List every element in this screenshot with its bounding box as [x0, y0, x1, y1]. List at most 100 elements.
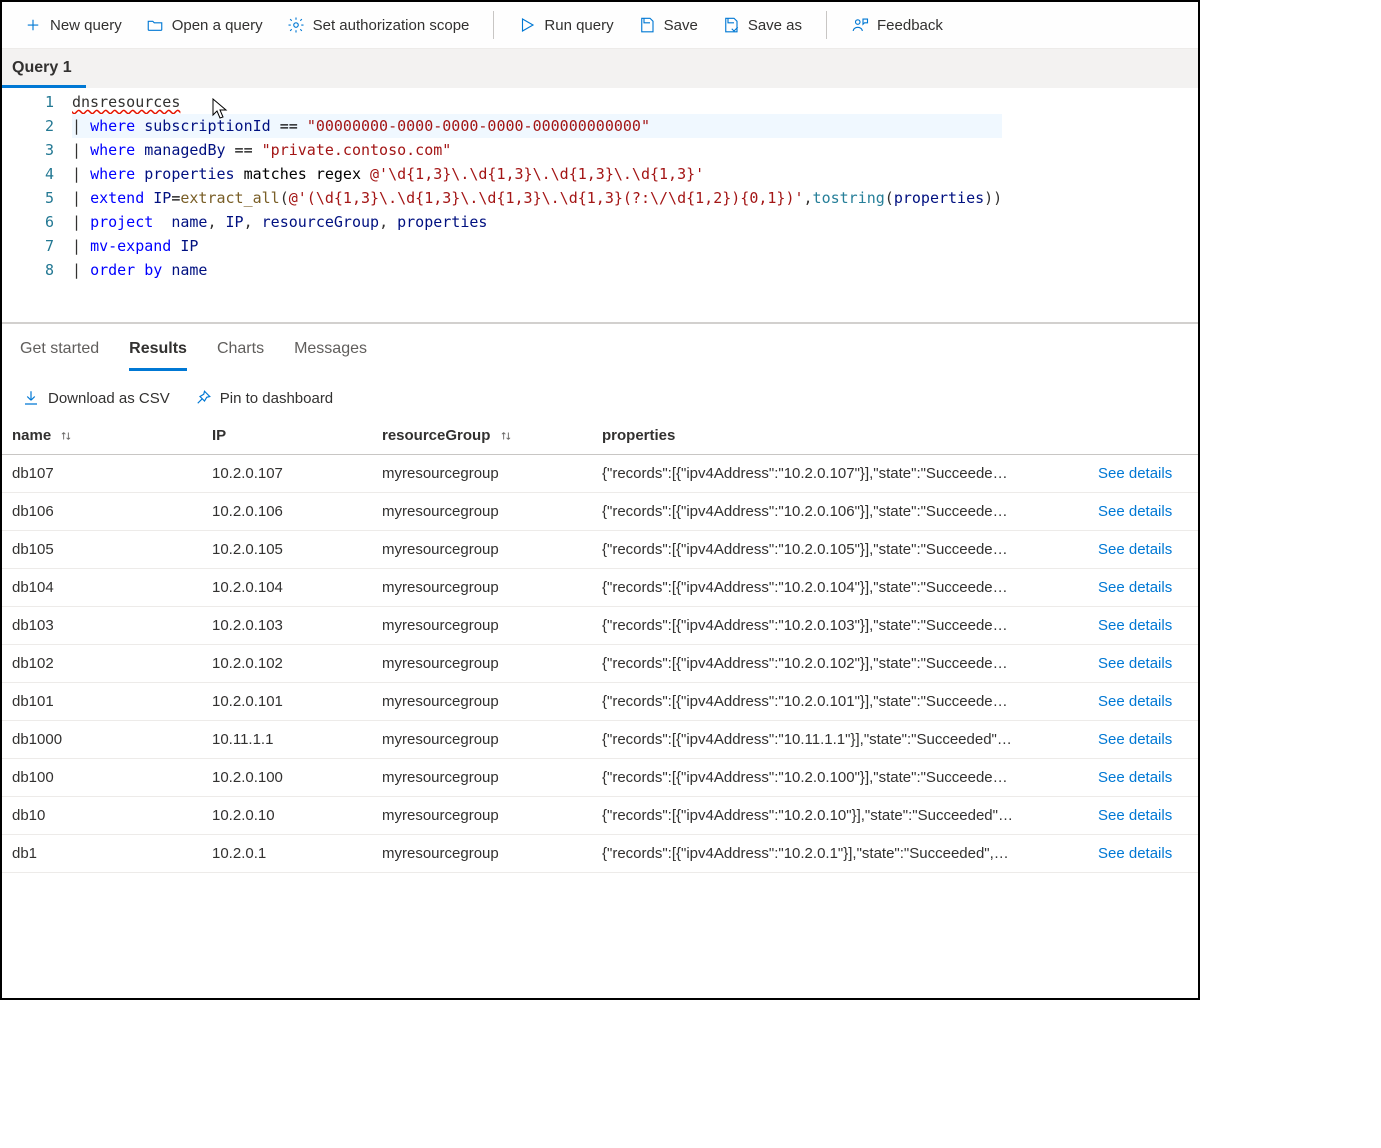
col-header-rg-label: resourceGroup	[382, 427, 490, 444]
cell-rg: myresourcegroup	[372, 607, 592, 645]
table-row[interactable]: db10610.2.0.106myresourcegroup{"records"…	[2, 493, 1198, 531]
see-details-link[interactable]: See details	[1088, 797, 1198, 835]
code-line[interactable]: | project name, IP, resourceGroup, prope…	[72, 210, 1002, 234]
cell-prop: {"records":[{"ipv4Address":"10.2.0.100"}…	[592, 759, 1088, 797]
table-row[interactable]: db10010.2.0.100myresourcegroup{"records"…	[2, 759, 1198, 797]
see-details-link[interactable]: See details	[1088, 531, 1198, 569]
code-line[interactable]: | where subscriptionId == "00000000-0000…	[72, 114, 1002, 138]
cell-rg: myresourcegroup	[372, 835, 592, 873]
line-number: 1	[2, 90, 54, 114]
table-row[interactable]: db10310.2.0.103myresourcegroup{"records"…	[2, 607, 1198, 645]
pin-icon	[194, 389, 212, 407]
download-csv-label: Download as CSV	[48, 390, 170, 407]
line-number: 5	[2, 186, 54, 210]
see-details-link[interactable]: See details	[1088, 607, 1198, 645]
app-frame: New query Open a query Set authorization…	[0, 0, 1200, 1000]
cell-ip: 10.2.0.100	[202, 759, 372, 797]
code-editor[interactable]: 12345678 dnsresources| where subscriptio…	[2, 88, 1198, 324]
cell-prop: {"records":[{"ipv4Address":"10.2.0.105"}…	[592, 531, 1088, 569]
line-number: 7	[2, 234, 54, 258]
cell-rg: myresourcegroup	[372, 645, 592, 683]
cell-name: db103	[2, 607, 202, 645]
col-header-name[interactable]: name	[2, 417, 202, 455]
code-line[interactable]: | extend IP=extract_all(@'(\d{1,3}\.\d{1…	[72, 186, 1002, 210]
see-details-link[interactable]: See details	[1088, 835, 1198, 873]
table-row[interactable]: db10410.2.0.104myresourcegroup{"records"…	[2, 569, 1198, 607]
col-header-prop[interactable]: properties	[592, 417, 1088, 455]
person-feedback-icon	[851, 16, 869, 34]
open-query-label: Open a query	[172, 17, 263, 34]
see-details-link[interactable]: See details	[1088, 493, 1198, 531]
table-row[interactable]: db10710.2.0.107myresourcegroup{"records"…	[2, 455, 1198, 493]
tab-messages[interactable]: Messages	[294, 340, 367, 371]
table-row[interactable]: db10110.2.0.101myresourcegroup{"records"…	[2, 683, 1198, 721]
cell-rg: myresourcegroup	[372, 759, 592, 797]
see-details-link[interactable]: See details	[1088, 645, 1198, 683]
feedback-button[interactable]: Feedback	[841, 10, 953, 40]
see-details-link[interactable]: See details	[1088, 683, 1198, 721]
cell-rg: myresourcegroup	[372, 569, 592, 607]
table-row[interactable]: db100010.11.1.1myresourcegroup{"records"…	[2, 721, 1198, 759]
col-header-rg[interactable]: resourceGroup	[372, 417, 592, 455]
new-query-button[interactable]: New query	[14, 10, 132, 40]
download-icon	[22, 389, 40, 407]
line-number: 3	[2, 138, 54, 162]
tab-results[interactable]: Results	[129, 340, 187, 371]
auth-scope-label: Set authorization scope	[313, 17, 470, 34]
toolbar-separator	[826, 11, 827, 39]
plus-icon	[24, 16, 42, 34]
line-number: 4	[2, 162, 54, 186]
save-label: Save	[664, 17, 698, 34]
table-row[interactable]: db1010.2.0.10myresourcegroup{"records":[…	[2, 797, 1198, 835]
tab-get-started[interactable]: Get started	[20, 340, 99, 371]
save-button[interactable]: Save	[628, 10, 708, 40]
tab-charts[interactable]: Charts	[217, 340, 264, 371]
cell-name: db107	[2, 455, 202, 493]
cell-rg: myresourcegroup	[372, 721, 592, 759]
results-body: db10710.2.0.107myresourcegroup{"records"…	[2, 455, 1198, 873]
pin-dashboard-button[interactable]: Pin to dashboard	[194, 389, 333, 407]
line-number: 8	[2, 258, 54, 282]
code-line[interactable]: | order by name	[72, 258, 1002, 282]
line-number: 2	[2, 114, 54, 138]
save-icon	[638, 16, 656, 34]
see-details-link[interactable]: See details	[1088, 455, 1198, 493]
cell-prop: {"records":[{"ipv4Address":"10.2.0.103"}…	[592, 607, 1088, 645]
cell-ip: 10.11.1.1	[202, 721, 372, 759]
cell-prop: {"records":[{"ipv4Address":"10.2.0.104"}…	[592, 569, 1088, 607]
cell-prop: {"records":[{"ipv4Address":"10.2.0.107"}…	[592, 455, 1088, 493]
cell-rg: myresourcegroup	[372, 493, 592, 531]
query-tab-active[interactable]: Query 1	[2, 49, 86, 88]
cell-ip: 10.2.0.105	[202, 531, 372, 569]
col-header-ip[interactable]: IP	[202, 417, 372, 455]
save-as-icon	[722, 16, 740, 34]
folder-open-icon	[146, 16, 164, 34]
table-row[interactable]: db10510.2.0.105myresourcegroup{"records"…	[2, 531, 1198, 569]
download-csv-button[interactable]: Download as CSV	[22, 389, 170, 407]
see-details-link[interactable]: See details	[1088, 721, 1198, 759]
see-details-link[interactable]: See details	[1088, 569, 1198, 607]
auth-scope-button[interactable]: Set authorization scope	[277, 10, 480, 40]
code-content[interactable]: dnsresources| where subscriptionId == "0…	[72, 88, 1002, 282]
table-row[interactable]: db10210.2.0.102myresourcegroup{"records"…	[2, 645, 1198, 683]
cell-ip: 10.2.0.104	[202, 569, 372, 607]
table-row[interactable]: db110.2.0.1myresourcegroup{"records":[{"…	[2, 835, 1198, 873]
open-query-button[interactable]: Open a query	[136, 10, 273, 40]
cell-name: db105	[2, 531, 202, 569]
see-details-link[interactable]: See details	[1088, 759, 1198, 797]
code-line[interactable]: | where managedBy == "private.contoso.co…	[72, 138, 1002, 162]
run-query-button[interactable]: Run query	[508, 10, 623, 40]
cell-name: db104	[2, 569, 202, 607]
code-line[interactable]: | where properties matches regex @'\d{1,…	[72, 162, 1002, 186]
feedback-label: Feedback	[877, 17, 943, 34]
line-number: 6	[2, 210, 54, 234]
code-line[interactable]: dnsresources	[72, 90, 1002, 114]
toolbar: New query Open a query Set authorization…	[2, 2, 1198, 49]
cell-prop: {"records":[{"ipv4Address":"10.2.0.10"}]…	[592, 797, 1088, 835]
cell-name: db10	[2, 797, 202, 835]
cell-ip: 10.2.0.106	[202, 493, 372, 531]
save-as-button[interactable]: Save as	[712, 10, 812, 40]
code-line[interactable]: | mv-expand IP	[72, 234, 1002, 258]
cell-name: db1000	[2, 721, 202, 759]
results-table-wrapper: name IP resourceGroup properties db10710…	[2, 417, 1198, 873]
